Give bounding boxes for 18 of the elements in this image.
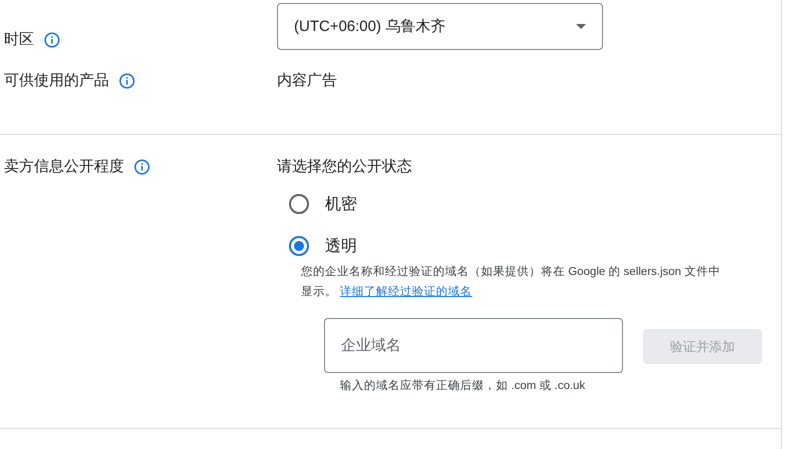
domain-field[interactable]: 企业域名	[324, 318, 623, 373]
info-icon[interactable]	[134, 158, 150, 174]
info-icon[interactable]	[119, 72, 135, 88]
timezone-dropdown[interactable]: (UTC+06:00) 乌鲁木齐	[277, 3, 603, 50]
hint-text: 输入的域名应带有正确后缀，如 .com 或 .co.uk	[340, 378, 586, 393]
field-label: 时区	[4, 30, 34, 49]
field-value: 内容广告	[277, 72, 337, 89]
learn-more-link[interactable]: 详细了解经过验证的域名	[340, 286, 472, 298]
radio-label: 机密	[325, 194, 357, 214]
radio-button[interactable]	[289, 194, 309, 214]
field-label: 可供使用的产品	[4, 71, 109, 90]
prompt-text: 请选择您的公开状态	[277, 157, 413, 176]
radio-button[interactable]	[289, 236, 309, 256]
description-text: 您的企业名称和经过验证的域名（如果提供）将在 Google 的 sellers.json 文件中显示。 详细了解经过验证的域名	[301, 264, 721, 300]
field-label: 卖方信息公开程度	[4, 157, 124, 176]
info-icon[interactable]	[44, 32, 60, 48]
radio-label: 透明	[325, 236, 357, 256]
caret-icon	[576, 24, 586, 29]
